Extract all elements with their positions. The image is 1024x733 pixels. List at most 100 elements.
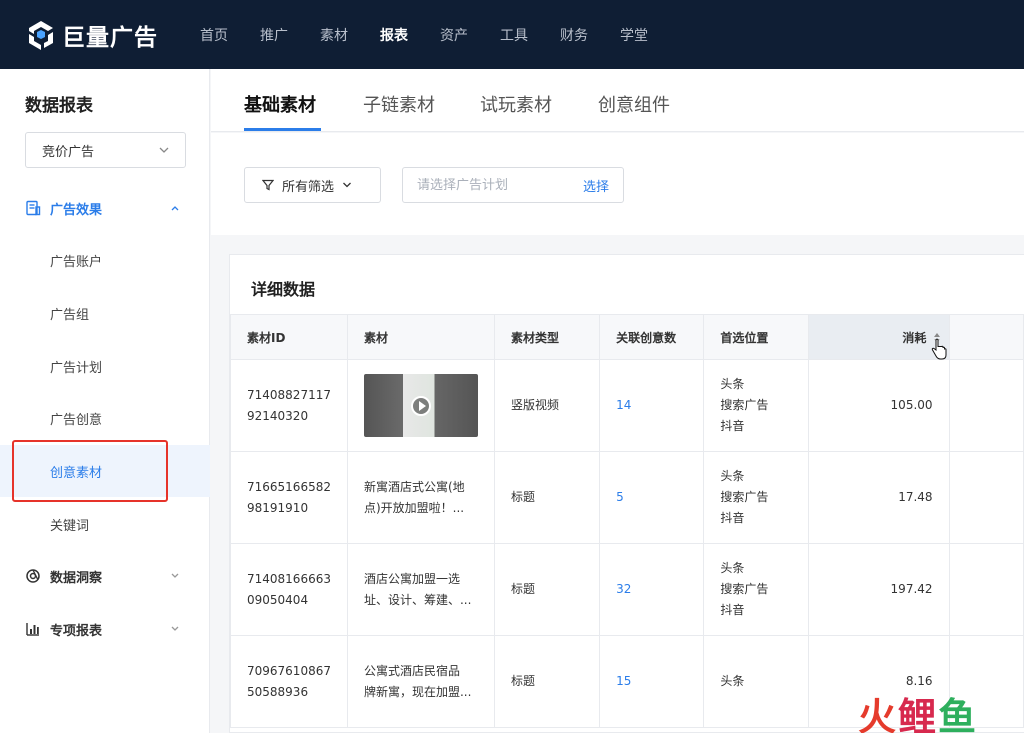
nav-material[interactable]: 素材 [304,0,364,69]
nav-academy[interactable]: 学堂 [604,0,664,69]
ad-plan-input[interactable] [417,177,567,193]
position-item: 头条 [720,561,745,575]
linked-creatives-link[interactable]: 32 [616,582,631,596]
extra-cell [948,635,1024,728]
brand-name: 巨量广告 [62,24,158,51]
menu-group-data-insight[interactable]: 数据洞察 [0,561,210,591]
material-type-cell: 竖版视频 [493,359,601,452]
sort-icon[interactable] [933,332,941,344]
sidebar-item-keywords[interactable]: 关键词 [0,498,210,550]
material-id-part: 50588936 [247,684,309,699]
column-header-preferred-position[interactable]: 首选位置 [703,314,810,360]
linked-creatives-cell: 15 [599,635,705,728]
nav-reports[interactable]: 报表 [364,0,424,69]
nav-tools[interactable]: 工具 [484,0,544,69]
linked-creatives-cell: 5 [599,451,705,544]
material-text: 牌新寓，现在加盟... [363,684,472,699]
sidebar-item-ad-group[interactable]: 广告组 [0,287,210,339]
preferred-position-cell: 头条 搜索广告 抖音 [703,359,810,452]
linked-creatives-link[interactable]: 14 [616,398,631,412]
sidebar-title: 数据报表 [25,96,93,116]
ad-type-select[interactable]: 竞价广告 [25,132,186,168]
material-id-part: 71408166663 [247,571,331,586]
material-id-cell: 71408166663 09050404 [230,543,348,636]
material-type-cell: 标题 [493,451,601,544]
material-id-cell: 71665166582 98191910 [230,451,348,544]
chevron-down-icon [159,147,169,153]
brand-logo[interactable]: 巨量广告 [24,18,174,52]
table-row[interactable]: 71665166582 98191910 新寓酒店式公寓(地 点)开放加盟啦！...… [230,451,1024,544]
material-text: 公寓式酒店民宿品 [363,663,460,678]
chevron-down-icon [343,182,351,188]
chevron-down-icon [171,573,179,578]
brand-logo-icon [29,20,53,50]
position-item: 头条 [720,377,745,391]
tab-playable-material[interactable]: 试玩素材 [480,91,552,117]
video-thumbnail[interactable] [363,374,478,437]
cost-cell: 105.00 [808,359,950,452]
material-type-cell: 标题 [493,543,601,636]
nav-assets[interactable]: 资产 [424,0,484,69]
material-id-cell: 70967610867 50588936 [230,635,348,728]
table-row[interactable]: 71408166663 09050404 酒店公寓加盟一选 址、设计、筹建、... … [230,543,1024,636]
column-header-material-id[interactable]: 素材ID [230,314,348,360]
table-header-row: 素材ID 素材 素材类型 关联创意数 首选位置 消耗 [230,314,1024,360]
table-row[interactable]: 71408827117 92140320 竖版视频 14 头条 搜索广告 抖音 105… [230,359,1024,452]
top-nav-bar: 巨量广告 首页 推广 素材 报表 资产 工具 财务 学堂 [0,0,1024,69]
all-filters-button[interactable]: 所有筛选 [244,167,381,203]
ad-plan-select-link[interactable]: 选择 [583,176,609,195]
nav-promote[interactable]: 推广 [244,0,304,69]
tab-creative-components[interactable]: 创意组件 [598,91,670,117]
material-id-part: 09050404 [247,592,309,607]
chevron-up-icon [171,206,179,211]
material-tabs: 基础素材 子链素材 试玩素材 创意组件 [211,69,1024,132]
material-cell [346,359,495,452]
sidebar-item-ad-account[interactable]: 广告账户 [0,234,210,286]
table-row[interactable]: 70967610867 50588936 公寓式酒店民宿品 牌新寓，现在加盟... … [230,635,1024,728]
position-item: 抖音 [720,603,745,617]
extra-cell [948,359,1024,452]
cost-column-label: 消耗 [902,330,927,345]
material-cell: 公寓式酒店民宿品 牌新寓，现在加盟... [346,635,495,728]
sidebar: 数据报表 竞价广告 广告效果 广告账户 广告组 广告计划 广告创意 创意素材 关… [0,69,210,733]
sidebar-item-ad-plan[interactable]: 广告计划 [0,340,210,392]
nav-finance[interactable]: 财务 [544,0,604,69]
linked-creatives-link[interactable]: 15 [616,674,631,688]
linked-creatives-link[interactable]: 5 [616,490,624,504]
sidebar-item-ad-creative[interactable]: 广告创意 [0,392,210,444]
preferred-position-cell: 头条 搜索广告 抖音 [703,543,810,636]
active-tab-indicator [244,128,321,131]
position-item: 抖音 [720,419,745,433]
extra-cell [948,543,1024,636]
nav-home[interactable]: 首页 [184,0,244,69]
filter-funnel-icon [262,179,274,191]
detail-data-panel: 详细数据 素材ID 素材 素材类型 关联创意数 首选位置 消耗 71408827… [229,254,1024,733]
material-text: 点)开放加盟啦！... [363,500,465,515]
column-header-material-type[interactable]: 素材类型 [493,314,601,360]
position-item: 头条 [720,674,745,688]
tab-basic-material[interactable]: 基础素材 [244,91,316,117]
column-header-material[interactable]: 素材 [346,314,495,360]
bar-chart-icon [26,623,39,636]
detail-data-table: 素材ID 素材 素材类型 关联创意数 首选位置 消耗 71408827117 92… [230,314,1024,728]
sidebar-item-creative-material[interactable]: 创意素材 [0,445,210,497]
material-id-part: 98191910 [247,500,309,515]
menu-group-ad-effect[interactable]: 广告效果 [0,193,210,223]
play-icon[interactable] [410,396,431,416]
menu-group-label: 专项报表 [50,623,103,639]
column-header-linked-creatives[interactable]: 关联创意数 [599,314,705,360]
preferred-position-cell: 头条 [703,635,810,728]
position-item: 抖音 [720,511,745,525]
main-nav: 首页 推广 素材 报表 资产 工具 财务 学堂 [184,0,664,69]
column-header-cost[interactable]: 消耗 [808,314,950,360]
cost-cell: 197.42 [808,543,950,636]
menu-group-special-reports[interactable]: 专项报表 [0,614,210,644]
material-id-part: 92140320 [247,408,309,423]
position-item: 搜索广告 [720,490,769,504]
menu-group-label: 数据洞察 [50,570,103,586]
tab-sublink-material[interactable]: 子链素材 [363,91,435,117]
linked-creatives-cell: 32 [599,543,705,636]
report-doc-icon [26,200,41,216]
linked-creatives-cell: 14 [599,359,705,452]
position-item: 搜索广告 [720,398,769,412]
